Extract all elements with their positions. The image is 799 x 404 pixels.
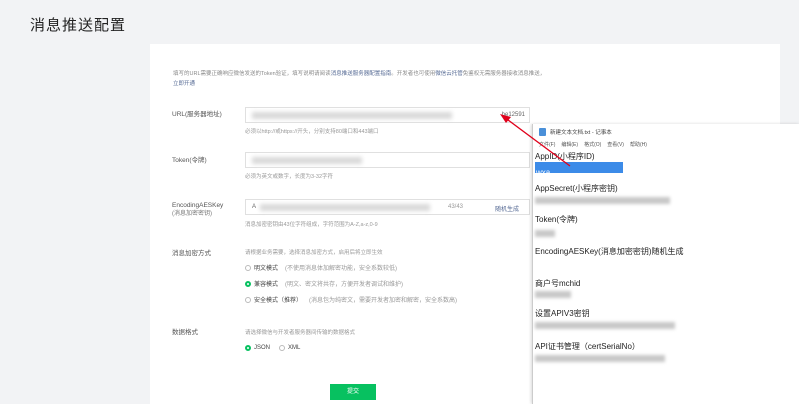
aeskey-label: EncodingAESKey (消息加密密钥) bbox=[172, 201, 223, 219]
notepad-line: AppID(小程序ID) bbox=[535, 152, 595, 161]
activate-link[interactable]: 立即开通 bbox=[173, 81, 195, 87]
redacted-value bbox=[535, 322, 675, 329]
redacted-value bbox=[535, 355, 665, 362]
format-label: 数据格式 bbox=[172, 329, 198, 336]
selected-text: wxa bbox=[536, 168, 551, 177]
menu-file[interactable]: 文件(F) bbox=[539, 141, 555, 148]
encrypt-hint: 请根据业务需要，选择消息加密方式，启用后将立即生效 bbox=[245, 250, 383, 256]
url-suffix: be12591 bbox=[501, 112, 525, 118]
generate-button[interactable]: 随机生成 bbox=[495, 204, 519, 213]
aeskey-sublabel: (消息加密密钥) bbox=[172, 211, 212, 217]
page-title: 消息推送配置 bbox=[30, 17, 127, 34]
redacted-value bbox=[535, 291, 571, 298]
notepad-line: AppSecret(小程序密钥) bbox=[535, 184, 618, 193]
radio-icon[interactable] bbox=[245, 296, 251, 303]
format-hint: 请选择微信与开发者服务器间传输的数据格式 bbox=[245, 330, 356, 336]
format-options: JSON XML bbox=[245, 345, 300, 351]
cloud-link[interactable]: 微信云托管 bbox=[435, 71, 463, 77]
notepad-line: 商户号mchid bbox=[535, 279, 581, 288]
url-hint: 必须以http://或https://开头，分别支持80端口和443端口 bbox=[245, 129, 379, 135]
encrypt-option-secure[interactable]: 安全模式（推荐） (消息包为纯密文，需要开发者加密和解密，安全系数高) bbox=[245, 295, 457, 304]
option-note: (消息包为纯密文，需要开发者加密和解密，安全系数高) bbox=[309, 298, 458, 304]
token-hint: 必须为英文或数字，长度为3-32字符 bbox=[245, 174, 334, 180]
notepad-line: 设置APIV3密钥 bbox=[535, 309, 590, 318]
aeskey-value: A bbox=[252, 204, 257, 210]
menu-edit[interactable]: 编辑(E) bbox=[561, 141, 578, 148]
form-description: 填写的URL需要正确响应微信发送的Token验证，填写说明请阅读消息推送服务器配… bbox=[173, 69, 548, 89]
guide-link[interactable]: 消息推送服务器配置指南 bbox=[331, 71, 392, 77]
notepad-line: Token(令牌) bbox=[535, 215, 578, 224]
notepad-selection[interactable]: wxa bbox=[535, 162, 623, 177]
menu-view[interactable]: 查看(V) bbox=[607, 141, 624, 148]
redacted-value bbox=[535, 230, 555, 237]
option-note: (不使用消息体加解密功能，安全系数较低) bbox=[285, 266, 398, 272]
notepad-icon bbox=[539, 128, 546, 136]
aeskey-input[interactable]: A 43/43 随机生成 bbox=[245, 199, 530, 215]
encrypt-label: 消息加密方式 bbox=[172, 250, 211, 257]
redacted-value bbox=[252, 112, 452, 119]
notepad-title: 新建文本文档.txt - 记事本 bbox=[550, 130, 612, 136]
encrypt-option-compatible[interactable]: 兼容模式 (明文、密文将共存，方便开发者调试和维护) bbox=[245, 279, 403, 288]
description-text-3: 免鉴权无需服务器接收消息推送， bbox=[462, 71, 546, 77]
url-label: URL(服务器地址) bbox=[172, 111, 222, 118]
description-text: 填写的URL需要正确响应微信发送的Token验证，填写说明请阅读 bbox=[173, 71, 331, 77]
aeskey-counter: 43/43 bbox=[447, 204, 463, 210]
option-note: (明文、密文将共存，方便开发者调试和维护) bbox=[285, 282, 404, 288]
notepad-line: EncodingAESKey(消息加密密钥)随机生成 bbox=[535, 247, 684, 256]
description-text-2: 。开发者也可使用 bbox=[391, 71, 436, 77]
token-input[interactable] bbox=[245, 152, 530, 168]
token-label: Token(令牌) bbox=[172, 157, 207, 164]
option-label: 兼容模式 bbox=[254, 282, 279, 288]
option-label: 明文模式 bbox=[254, 266, 279, 272]
menu-help[interactable]: 帮助(H) bbox=[630, 141, 647, 148]
encrypt-option-plain[interactable]: 明文模式 (不使用消息体加解密功能，安全系数较低) bbox=[245, 263, 397, 272]
url-input[interactable]: be12591 bbox=[245, 107, 530, 123]
radio-icon[interactable] bbox=[245, 264, 251, 271]
redacted-value bbox=[252, 157, 362, 164]
format-xml-label[interactable]: XML bbox=[288, 345, 300, 351]
radio-icon[interactable] bbox=[279, 345, 286, 351]
notepad-menu: 文件(F) 编辑(E) 格式(O) 查看(V) 帮助(H) bbox=[539, 141, 647, 148]
redacted-value bbox=[535, 197, 670, 204]
submit-button[interactable]: 提交 bbox=[330, 384, 376, 400]
notepad-line: API证书管理（certSerialNo） bbox=[535, 342, 640, 351]
radio-selected-icon[interactable] bbox=[245, 280, 251, 287]
aeskey-label-text: EncodingAESKey bbox=[172, 202, 224, 209]
redacted-value bbox=[260, 204, 430, 211]
option-label: 安全模式（推荐） bbox=[254, 298, 303, 304]
aeskey-hint: 消息加密密钥由43位字符组成，字符范围为A-Z,a-z,0-9 bbox=[245, 222, 378, 228]
radio-selected-icon[interactable] bbox=[245, 345, 251, 351]
notepad-titlebar: 新建文本文档.txt - 记事本 bbox=[539, 128, 612, 136]
format-json-label[interactable]: JSON bbox=[254, 345, 270, 351]
menu-format[interactable]: 格式(O) bbox=[584, 141, 601, 148]
